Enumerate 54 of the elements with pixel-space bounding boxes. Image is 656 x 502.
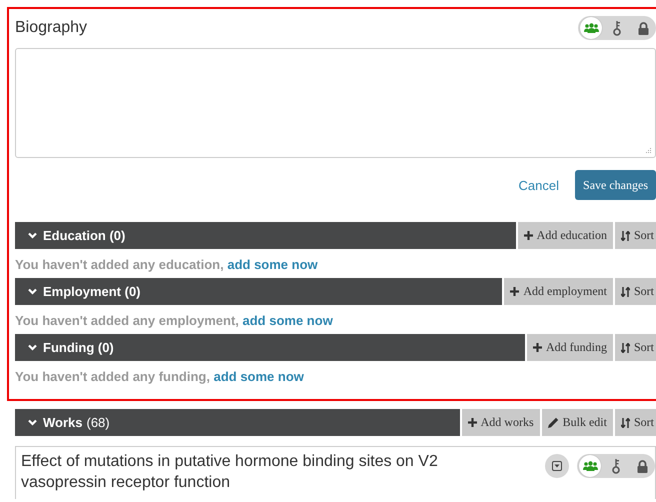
add-some-now-link[interactable]: add some now — [242, 313, 333, 328]
sort-icon — [620, 342, 630, 352]
chevron-down-icon — [28, 344, 37, 351]
lock-icon — [638, 22, 648, 34]
visibility-toggle[interactable] — [578, 16, 656, 40]
add-button[interactable]: Add works — [462, 409, 540, 436]
visibility-toggle[interactable] — [577, 454, 655, 478]
sort-icon — [620, 418, 630, 428]
sort-button[interactable]: Sort — [614, 222, 656, 249]
section-title: Education (0) — [43, 228, 126, 243]
works-header-bar[interactable]: Works (68) — [15, 409, 460, 436]
people-icon — [582, 461, 598, 471]
biography-title: Biography — [15, 19, 88, 37]
section-header-bar[interactable]: Employment (0) — [15, 278, 502, 305]
works-title: Works — [43, 415, 82, 430]
visibility-everyone-option[interactable] — [580, 17, 602, 39]
empty-message: You haven't added any funding, add some now — [15, 369, 305, 384]
chevron-down-icon — [28, 288, 37, 295]
section-header-bar[interactable]: Funding (0) — [15, 334, 525, 361]
people-icon — [584, 23, 598, 33]
add-button[interactable]: Add funding — [526, 334, 613, 361]
section-title: Employment (0) — [43, 284, 141, 299]
sort-icon — [620, 286, 630, 296]
biography-input-field[interactable] — [15, 48, 656, 158]
work-title: Effect of mutations in putative hormone binding sites on V2 vasopressin receptor function — [21, 452, 439, 493]
sort-button[interactable]: Sort — [614, 409, 656, 436]
empty-message: You haven't added any education, add some now — [15, 257, 319, 272]
add-some-now-link[interactable]: add some now — [227, 257, 318, 272]
save-changes-button[interactable]: Save changes — [575, 170, 656, 200]
empty-message: You haven't added any employment, add some now — [15, 313, 334, 328]
cancel-link[interactable]: Cancel — [518, 178, 560, 192]
caret-down-icon — [552, 461, 562, 471]
sort-icon — [620, 230, 630, 240]
works-count: (68) — [86, 415, 110, 430]
chevron-down-icon — [28, 232, 37, 239]
section-header-bar[interactable]: Education (0) — [15, 222, 516, 249]
sort-button[interactable]: Sort — [614, 278, 656, 305]
key-icon — [612, 458, 620, 474]
add-button[interactable]: Add employment — [504, 278, 613, 305]
pencil-icon — [548, 417, 559, 428]
add-some-now-link[interactable]: add some now — [214, 369, 304, 384]
plus-icon — [524, 231, 533, 240]
edit-button[interactable]: Bulk edit — [542, 409, 613, 436]
add-button[interactable]: Add education — [518, 222, 613, 249]
chevron-down-icon — [28, 419, 37, 426]
plus-icon — [532, 343, 542, 352]
section-title: Funding (0) — [43, 340, 114, 355]
lock-icon — [636, 460, 648, 472]
expand-button[interactable] — [545, 454, 569, 478]
key-icon — [613, 20, 621, 36]
sort-button[interactable]: Sort — [614, 334, 656, 361]
plus-icon — [510, 287, 520, 296]
visibility-everyone-option[interactable] — [579, 455, 601, 477]
plus-icon — [468, 418, 477, 427]
